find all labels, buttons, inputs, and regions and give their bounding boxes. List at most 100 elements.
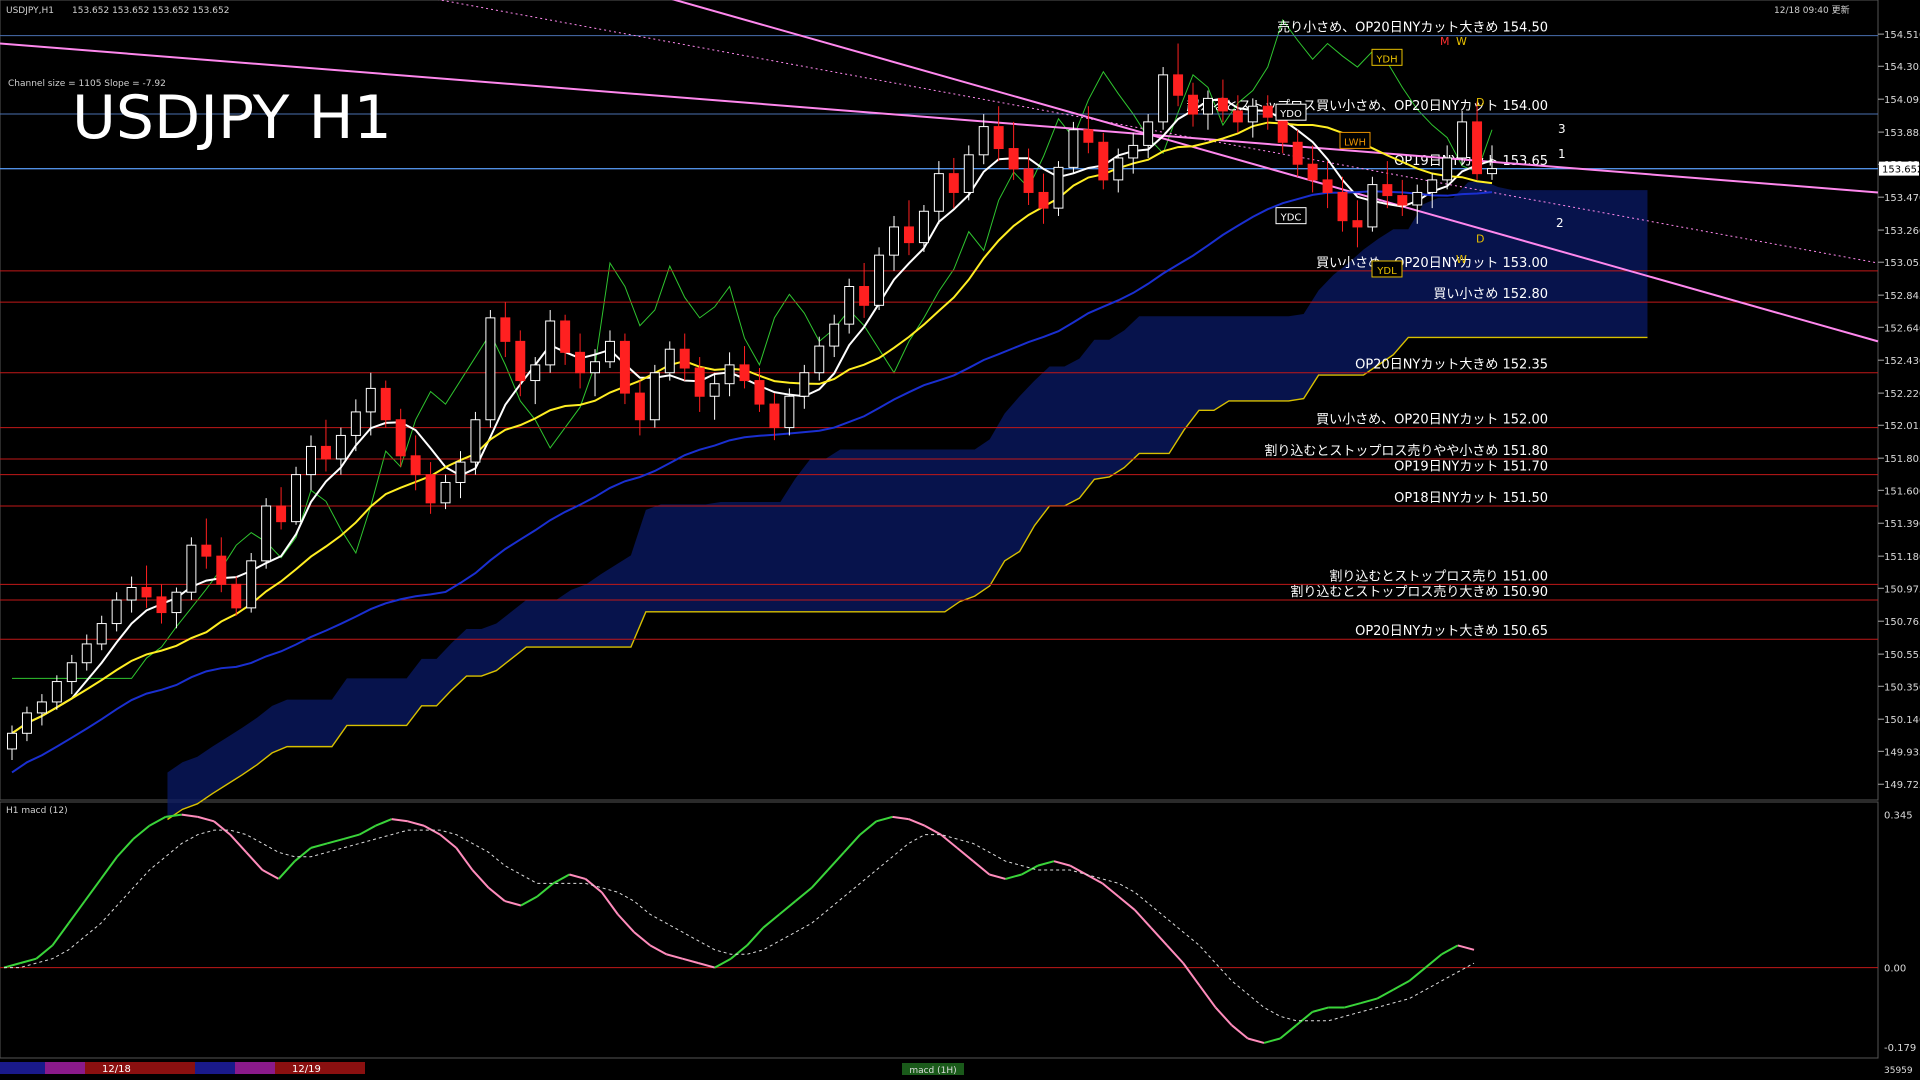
symbol-info: USDJPY,H1	[6, 6, 54, 16]
level-label: OP19日NYカット 151.70	[1394, 460, 1548, 475]
footer-date-2: 12/19	[292, 1064, 321, 1075]
candle-body	[1128, 144, 1139, 159]
level-label: 割り込むとストップロス売り大きめ 150.90	[1290, 584, 1548, 600]
candle-body	[679, 348, 690, 369]
price-tick-label: 152.220	[1884, 389, 1920, 400]
candle-body	[1487, 168, 1497, 175]
candle-body	[276, 505, 287, 523]
price-tick-label: 152.430	[1884, 356, 1920, 367]
footer-segment	[45, 1062, 85, 1074]
candle-body	[171, 591, 182, 614]
candle-body	[814, 345, 825, 374]
level-label: 割り込むとストップロス売りやや小さめ 151.80	[1264, 443, 1548, 459]
candle-body	[455, 461, 466, 483]
candle-body	[291, 474, 302, 523]
ohlc-values: 153.652 153.652 153.652 153.652	[72, 6, 229, 16]
update-timestamp: 12/18 09:40 更新	[1774, 4, 1850, 16]
marker-d-upper: D	[1476, 96, 1484, 109]
price-tick-label: 154.095	[1884, 95, 1920, 106]
footer-date-1: 12/18	[102, 1064, 131, 1075]
candle-body	[769, 403, 780, 429]
candle-body	[649, 372, 660, 421]
candle-body	[186, 544, 197, 593]
candle-body	[1292, 141, 1303, 165]
candle-body	[1202, 97, 1213, 115]
candle-body	[51, 681, 62, 703]
candle-body	[799, 372, 810, 397]
candle-body	[1053, 166, 1064, 209]
candle-body	[515, 340, 526, 382]
candle-body	[1457, 121, 1468, 159]
candle-body	[1158, 74, 1169, 123]
wave-label-3: 3	[1558, 122, 1566, 136]
candle-body	[425, 474, 436, 504]
marker-ydc: YDC	[1280, 213, 1302, 224]
price-tick-label: 152.640	[1884, 323, 1920, 334]
price-tick-label: 153.260	[1884, 226, 1920, 237]
candle-body	[96, 623, 107, 645]
marker-d-lower: D	[1476, 233, 1484, 246]
candle-body	[1068, 129, 1079, 168]
candle-body	[1307, 163, 1318, 181]
candle-body	[948, 173, 959, 193]
candle-body	[1038, 191, 1049, 209]
footer-segment	[235, 1062, 275, 1074]
price-tick-label: 151.390	[1884, 519, 1920, 530]
price-tick-label: 152.845	[1884, 291, 1920, 302]
candle-body	[530, 364, 541, 382]
candle-body	[664, 348, 675, 374]
level-label: 割り込むとストップロス売り 151.00	[1329, 568, 1548, 584]
candle-body	[141, 586, 152, 598]
candle-body	[470, 419, 481, 463]
candle-body	[156, 596, 167, 614]
candle-body	[1262, 105, 1273, 118]
candle-body	[903, 226, 914, 244]
price-tick-label: 150.555	[1884, 650, 1920, 661]
candle-body	[859, 286, 870, 306]
price-tick-label: 149.725	[1884, 780, 1920, 791]
candle-body	[694, 367, 705, 397]
candle-body	[485, 317, 496, 421]
price-tick-label: 153.470	[1884, 193, 1920, 204]
candle-body	[1143, 121, 1154, 146]
indicator-tab-label: macd (1H)	[909, 1066, 956, 1076]
chart-title: USDJPY H1	[72, 83, 392, 153]
candle-body	[754, 380, 765, 405]
level-label: 売り小さめ、OP20日NYカット大きめ 154.50	[1277, 20, 1548, 36]
level-label: OP20日NYカット大きめ 152.35	[1355, 358, 1548, 373]
price-tick-label: 153.055	[1884, 258, 1920, 269]
candle-body	[619, 340, 630, 394]
candle-body	[1023, 168, 1034, 193]
candle-body	[365, 387, 376, 413]
candle-body	[440, 481, 451, 504]
marker-lwh: LWH	[1344, 137, 1366, 148]
price-tick-label: 153.885	[1884, 128, 1920, 139]
candle-body	[889, 226, 900, 256]
candle-body	[246, 560, 257, 609]
footer-segment	[0, 1062, 45, 1074]
candle-body	[111, 599, 122, 625]
candle-body	[7, 732, 17, 750]
candle-body	[1083, 129, 1094, 143]
marker-ydh: YDH	[1375, 54, 1397, 65]
price-tick-label: 150.350	[1884, 682, 1920, 693]
price-tick-label: 151.805	[1884, 454, 1920, 465]
price-tick-label: 149.935	[1884, 747, 1920, 758]
wave-label-2: 2	[1556, 216, 1564, 230]
candle-body	[320, 445, 331, 460]
candle-body	[1008, 148, 1019, 170]
candle-body	[1382, 184, 1393, 197]
candle-body	[1442, 157, 1453, 181]
candle-body	[724, 364, 735, 385]
candle-body	[81, 643, 92, 664]
candle-body	[590, 361, 601, 374]
marker-w-lower: W	[1456, 253, 1467, 266]
wave-label-1: 1	[1558, 147, 1566, 161]
candle-body	[1427, 179, 1438, 193]
candle-body	[1113, 157, 1124, 181]
candle-body	[66, 662, 77, 683]
candle-body	[261, 505, 272, 562]
candle-body	[1322, 179, 1333, 193]
candle-body	[1232, 110, 1243, 123]
candle-body	[1217, 97, 1228, 112]
